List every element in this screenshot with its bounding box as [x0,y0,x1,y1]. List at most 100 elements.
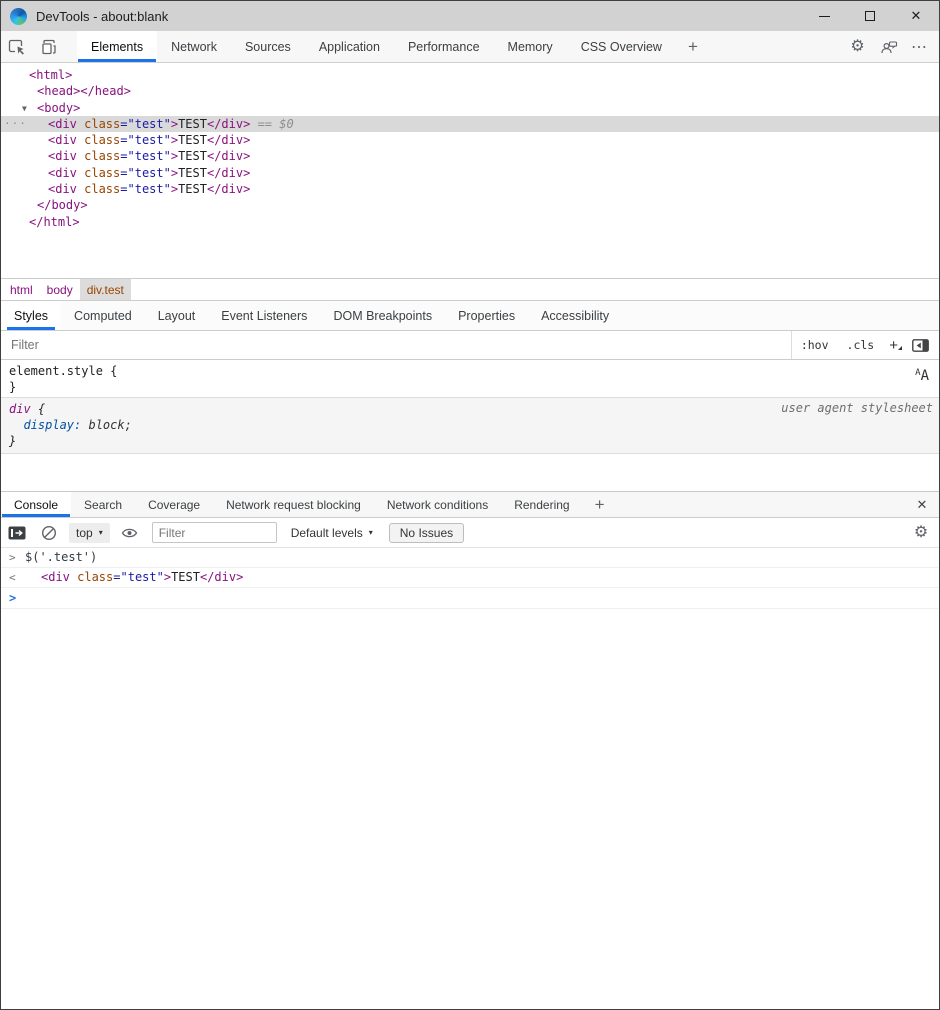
sidebar-toggle-icon [912,339,929,352]
console-sidebar-toggle-button[interactable] [1,526,33,540]
tree-node-head[interactable]: <head></head> [1,83,939,99]
tab-performance[interactable]: Performance [394,31,494,62]
tab-application[interactable]: Application [305,31,394,62]
close-icon: ✕ [911,8,922,24]
console-empty-space [1,609,939,1009]
execution-context-selector[interactable]: top▾ [69,523,110,543]
tree-node-div[interactable]: <div class="test">TEST</div> [1,148,939,164]
device-toolbar-icon [40,38,58,56]
tree-node-div[interactable]: <div class="test">TEST</div> [1,181,939,197]
adjust-font-size-button[interactable]: AA [915,368,929,384]
close-button[interactable]: ✕ [893,1,939,31]
tree-node-html-open[interactable]: <html> [1,67,939,83]
tab-sources[interactable]: Sources [231,31,305,62]
add-panel-button[interactable]: + [676,31,710,62]
dropdown-corner-icon [898,346,902,350]
close-drawer-button[interactable]: ✕ [905,492,939,517]
devtools-window: DevTools - about:blank ✕ Elements Networ… [0,0,940,1010]
console-command-result[interactable]: <<div class="test">TEST</div> [1,568,939,588]
maximize-button[interactable] [847,1,893,31]
close-icon: ✕ [917,497,928,513]
breadcrumb-body[interactable]: body [40,279,80,300]
toolbar-right-actions: ⚙ ⋯ [842,31,939,62]
gear-icon: ⚙ [850,39,864,55]
tree-node-body-open[interactable]: ▼<body> [1,100,939,116]
tab-dom-breakpoints[interactable]: DOM Breakpoints [320,301,445,330]
css-property-name[interactable]: display: [9,418,81,432]
tab-css-overview[interactable]: CSS Overview [567,31,676,62]
tab-layout[interactable]: Layout [145,301,209,330]
tab-accessibility[interactable]: Accessibility [528,301,622,330]
styles-sidebar-tabs: Styles Computed Layout Event Listeners D… [1,301,939,331]
tab-event-listeners[interactable]: Event Listeners [208,301,320,330]
inspect-element-button[interactable] [1,31,33,62]
tab-network-conditions[interactable]: Network conditions [374,492,501,517]
css-property-value[interactable]: block; [81,418,132,432]
prompt-chevron-icon: > [9,588,16,609]
chevron-down-icon: ▾ [369,528,373,537]
plus-icon: + [889,337,898,354]
log-levels-selector[interactable]: Default levels▾ [291,526,373,540]
clear-console-button[interactable] [33,525,65,541]
inspect-cursor-icon [8,38,26,56]
tab-search[interactable]: Search [71,492,135,517]
expand-twisty-icon[interactable]: ▼ [22,101,27,117]
feedback-button[interactable] [873,31,904,62]
panel-tabs: Elements Network Sources Application Per… [77,31,710,62]
style-rule-user-agent[interactable]: div { user agent stylesheet display: blo… [1,398,939,454]
console-toolbar: top▾ Default levels▾ No Issues ⚙ [1,518,939,548]
tree-node-div[interactable]: <div class="test">TEST</div> [1,132,939,148]
tab-rendering[interactable]: Rendering [501,492,582,517]
tab-coverage[interactable]: Coverage [135,492,213,517]
selected-node-annotation: == $0 [250,117,293,131]
window-title: DevTools - about:blank [36,9,168,24]
tree-node-body-close[interactable]: </body> [1,197,939,213]
tab-network[interactable]: Network [157,31,231,62]
styles-pane: element.style { } AA div { user agent st… [1,360,939,454]
window-controls: ✕ [801,1,939,31]
console-command-echo[interactable]: >$('.test') [1,548,939,568]
tab-properties[interactable]: Properties [445,301,528,330]
element-classes-button[interactable]: .cls [838,338,884,352]
rule-selector: element.style [9,364,103,378]
issues-counter-button[interactable]: No Issues [389,523,464,543]
result-chevron-icon: < [9,568,16,587]
tab-network-request-blocking[interactable]: Network request blocking [213,492,374,517]
breadcrumb-div-test[interactable]: div.test [80,279,131,300]
styles-filter-bar: :hov .cls + [1,331,939,360]
plus-icon: + [595,495,605,515]
minimize-icon [819,16,830,17]
titlebar: DevTools - about:blank ✕ [1,1,939,31]
more-dots-icon: ⋯ [911,37,928,57]
new-style-rule-button[interactable]: + [883,337,906,354]
tree-node-div-selected[interactable]: ···<div class="test">TEST</div> == $0 [1,116,939,132]
console-prompt[interactable]: > [1,588,939,609]
tree-node-div[interactable]: <div class="test">TEST</div> [1,165,939,181]
create-live-expression-button[interactable] [114,527,146,539]
settings-button[interactable]: ⚙ [842,31,873,62]
minimize-button[interactable] [801,1,847,31]
style-rule-element-style[interactable]: element.style { } AA [1,360,939,398]
styles-filter-input[interactable] [1,331,791,359]
console-settings-button[interactable]: ⚙ [903,525,939,541]
tab-elements[interactable]: Elements [77,31,157,62]
input-chevron-icon: > [9,548,16,567]
more-options-button[interactable]: ⋯ [904,31,935,62]
breadcrumb-html[interactable]: html [3,279,40,300]
computed-panel-toggle-button[interactable] [906,339,939,352]
overflow-menu-icon[interactable]: ··· [4,116,27,132]
toggle-device-toolbar-button[interactable] [33,31,65,62]
gear-icon: ⚙ [914,525,928,541]
maximize-icon [865,11,875,21]
console-filter-input[interactable] [152,522,277,543]
rule-selector: div [9,402,31,416]
tab-styles[interactable]: Styles [1,301,61,330]
toggle-element-state-button[interactable]: :hov [792,338,838,352]
tab-computed[interactable]: Computed [61,301,145,330]
feedback-icon [880,39,898,55]
elements-tree: <html> <head></head> ▼<body> ···<div cla… [1,63,939,278]
tree-node-html-close[interactable]: </html> [1,214,939,230]
tab-memory[interactable]: Memory [494,31,567,62]
add-drawer-tab-button[interactable]: + [583,492,617,517]
tab-console[interactable]: Console [1,492,71,517]
